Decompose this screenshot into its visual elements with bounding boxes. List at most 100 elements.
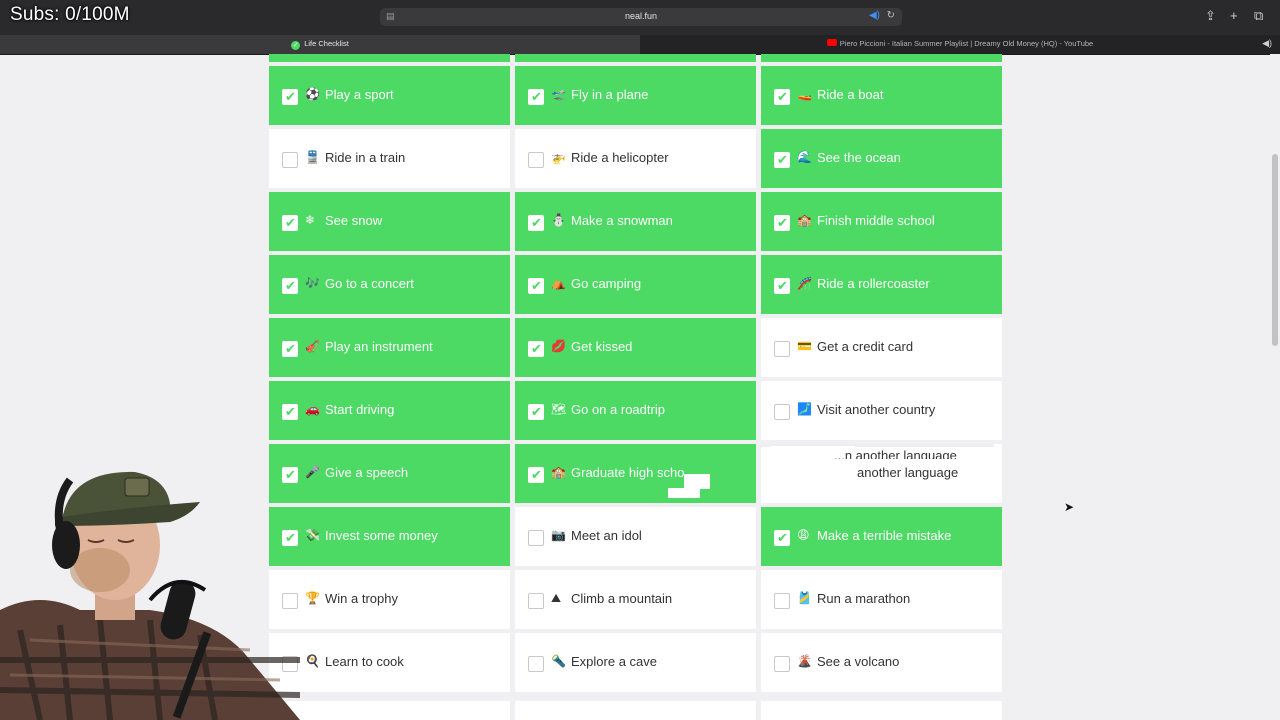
checklist-item-start-driving[interactable]: ✔ 🚗 Start driving: [269, 381, 510, 440]
checklist-item-see-a-volcano[interactable]: 🌋 See a volcano: [761, 633, 1002, 692]
item-label: Finish middle school: [817, 213, 935, 228]
checklist-item-see-snow[interactable]: ✔ ❄ See snow: [269, 192, 510, 251]
item-label: Fly in a plane: [571, 87, 649, 102]
checklist-item-visit-another-country[interactable]: 🗾 Visit another country: [761, 381, 1002, 440]
checklist-item-climb-a-mountain[interactable]: ⛰ Climb a mountain: [515, 570, 756, 629]
item-label: Play a sport: [325, 87, 394, 102]
item-emoji-icon: 🚆: [305, 150, 320, 164]
next-row-partial: [269, 701, 1003, 720]
webcam-streamer: [0, 471, 300, 720]
checklist-item-graduate-high-scho[interactable]: ✔ 🏫 Graduate high scho: [515, 444, 756, 503]
checklist-item-ride-a-helicopter[interactable]: 🚁 Ride a helicopter: [515, 129, 756, 188]
checkbox[interactable]: [528, 593, 544, 609]
checkbox[interactable]: ✔: [282, 278, 298, 294]
checklist-item-finish-middle-school[interactable]: ✔ 🏫 Finish middle school: [761, 192, 1002, 251]
checkbox[interactable]: [774, 404, 790, 420]
checkbox[interactable]: [282, 152, 298, 168]
stream-subs-overlay: Subs: 0/100M: [10, 4, 130, 25]
checkmark-icon: ✔: [531, 89, 542, 104]
speaker-icon[interactable]: ◀): [869, 10, 880, 21]
tab-overview-icon[interactable]: ⧉: [1254, 8, 1263, 24]
item-emoji-icon: 🏆: [305, 591, 320, 605]
tab-youtube[interactable]: Piero Piccioni - Italian Summer Playlist…: [640, 35, 1280, 54]
youtube-favicon-icon: [826, 39, 837, 46]
item-label: Make a snowman: [571, 213, 673, 228]
checkbox[interactable]: [528, 656, 544, 672]
tab-life-checklist[interactable]: ✓ Life Checklist: [0, 35, 640, 54]
item-label: Go to a concert: [325, 276, 414, 291]
checkbox[interactable]: ✔: [774, 278, 790, 294]
item-label: Learn to cook: [325, 654, 404, 669]
checkbox[interactable]: [528, 152, 544, 168]
browser-chrome: ▤ neal.fun ◀) ↻ ⇪ + ⧉ ✓ Life Checklist Pi…: [0, 0, 1280, 55]
tab-title: Piero Piccioni - Italian Summer Playlist…: [839, 39, 1094, 48]
checklist-item-go-on-a-roadtrip[interactable]: ✔ 🗺 Go on a roadtrip: [515, 381, 756, 440]
tab-audio-icon[interactable]: ◀): [1262, 38, 1272, 49]
previous-row-partial: [269, 54, 1003, 62]
checkbox[interactable]: ✔: [528, 467, 544, 483]
checklist-item-get-kissed[interactable]: ✔ 💋 Get kissed: [515, 318, 756, 377]
checklist-item-go-camping[interactable]: ✔ ⛺ Go camping: [515, 255, 756, 314]
item-emoji-icon: 🗺: [551, 402, 567, 416]
share-icon[interactable]: ⇪: [1205, 8, 1216, 24]
new-tab-icon[interactable]: +: [1230, 8, 1238, 23]
checkmark-favicon-icon: ✓: [291, 41, 301, 50]
checklist-item-go-to-a-concert[interactable]: ✔ 🎶 Go to a concert: [269, 255, 510, 314]
checkbox[interactable]: ✔: [528, 215, 544, 231]
item-label: See a volcano: [817, 654, 900, 669]
scrollbar-thumb[interactable]: [1272, 154, 1278, 346]
address-bar[interactable]: ▤ neal.fun ◀) ↻: [380, 8, 902, 26]
item-label: Run a marathon: [817, 591, 911, 606]
checkbox[interactable]: ✔: [282, 215, 298, 231]
checkbox[interactable]: ✔: [528, 404, 544, 420]
checklist-item-fly-in-a-plane[interactable]: ✔ 🛫 Fly in a plane: [515, 66, 756, 125]
checklist-item-play-an-instrument[interactable]: ✔ 🎻 Play an instrument: [269, 318, 510, 377]
checkbox[interactable]: [528, 530, 544, 546]
checklist-item-make-a-terrible-mistake[interactable]: ✔ 😩 Make a terrible mistake: [761, 507, 1002, 566]
checkmark-icon: ✔: [777, 530, 788, 545]
checklist-item-see-the-ocean[interactable]: ✔ 🌊 See the ocean: [761, 129, 1002, 188]
checklist-item-win-a-trophy[interactable]: 🏆 Win a trophy: [269, 570, 510, 629]
checkbox[interactable]: ✔: [528, 341, 544, 357]
checklist-item-invest-some-money[interactable]: ✔ 💸 Invest some money: [269, 507, 510, 566]
item-emoji-icon: 🎤: [305, 465, 320, 479]
checkmark-icon: ✔: [777, 278, 788, 293]
checklist-item-ride-a-rollercoaster[interactable]: ✔ 🎢 Ride a rollercoaster: [761, 255, 1002, 314]
checklist-item-give-a-speech[interactable]: ✔ 🎤 Give a speech: [269, 444, 510, 503]
item-emoji-icon: 🛫: [551, 87, 566, 101]
checkmark-icon: ✔: [531, 404, 542, 419]
checklist-item-ride-a-boat[interactable]: ✔ 🚤 Ride a boat: [761, 66, 1002, 125]
checklist-item-get-a-credit-card[interactable]: 💳 Get a credit card: [761, 318, 1002, 377]
checkbox[interactable]: ✔: [528, 278, 544, 294]
checklist-item-learn-to-cook[interactable]: 🍳 Learn to cook: [269, 633, 510, 692]
page-scrollbar[interactable]: [1270, 54, 1280, 720]
item-emoji-icon: 💳: [797, 339, 812, 353]
checkbox[interactable]: [774, 341, 790, 357]
checkbox[interactable]: [774, 593, 790, 609]
item-label: Get a credit card: [817, 339, 914, 354]
item-label: Ride a helicopter: [571, 150, 669, 165]
item-emoji-icon: ❄: [305, 213, 316, 227]
checkbox[interactable]: ✔: [774, 215, 790, 231]
checkbox[interactable]: ✔: [528, 89, 544, 105]
checkbox[interactable]: ✔: [282, 89, 298, 105]
item-emoji-icon: ⛄: [551, 213, 566, 227]
checklist-item-ride-in-a-train[interactable]: 🚆 Ride in a train: [269, 129, 510, 188]
checklist-item-explore-a-cave[interactable]: 🔦 Explore a cave: [515, 633, 756, 692]
checklist-item-run-a-marathon[interactable]: 🎽 Run a marathon: [761, 570, 1002, 629]
checklist-item-meet-an-idol[interactable]: 📷 Meet an idol: [515, 507, 756, 566]
checklist-item-play-a-sport[interactable]: ✔ ⚽ Play a sport: [269, 66, 510, 125]
checkbox[interactable]: ✔: [774, 530, 790, 546]
item-label: See the ocean: [817, 150, 901, 165]
item-label: Win a trophy: [325, 591, 398, 606]
reload-icon[interactable]: ↻: [887, 10, 895, 21]
checkbox[interactable]: ✔: [774, 89, 790, 105]
item-label: See snow: [325, 213, 383, 228]
item-emoji-icon: 🚤: [797, 87, 812, 101]
checkbox[interactable]: ✔: [282, 341, 298, 357]
checkbox[interactable]: ✔: [282, 404, 298, 420]
checkbox[interactable]: ✔: [774, 152, 790, 168]
checklist-item-make-a-snowman[interactable]: ✔ ⛄ Make a snowman: [515, 192, 756, 251]
item-label: Explore a cave: [571, 654, 657, 669]
checkbox[interactable]: [774, 656, 790, 672]
